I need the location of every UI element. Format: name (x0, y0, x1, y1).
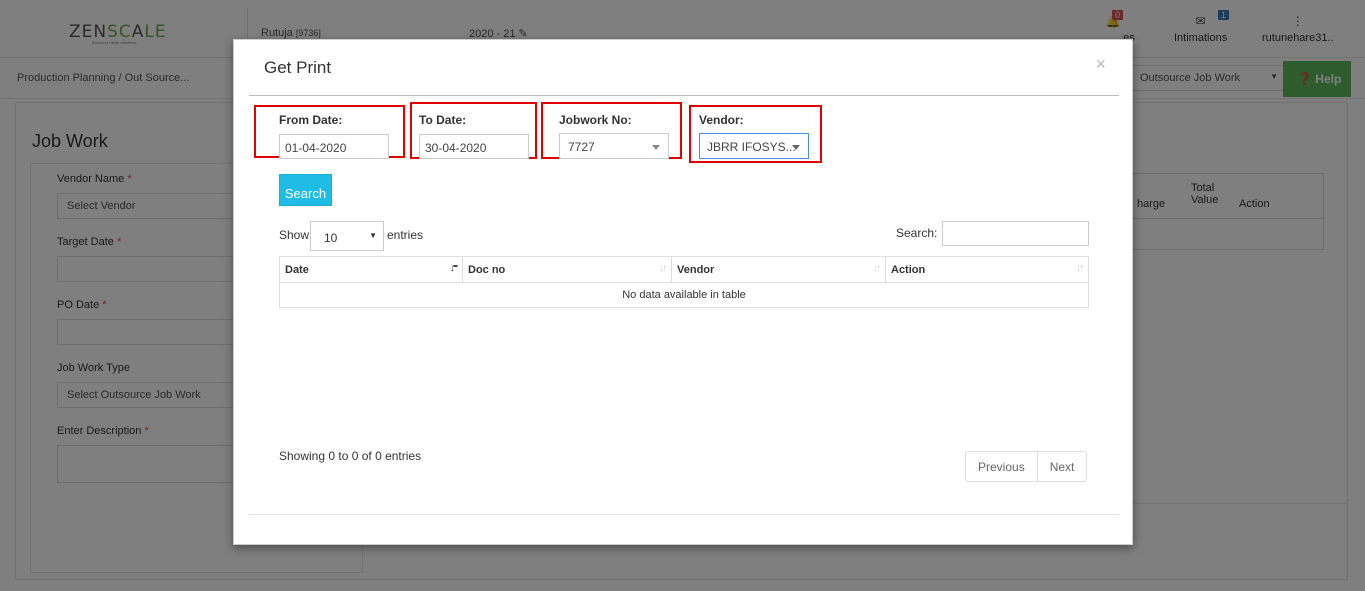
sort-icon: ↓↑ (1076, 263, 1084, 274)
show-label: Show (279, 228, 310, 242)
modal-title: Get Print (264, 58, 332, 77)
get-print-modal: Get Print × From Date: 01-04-2020 To Dat… (233, 39, 1133, 545)
to-date-label: To Date: (419, 113, 467, 127)
previous-button[interactable]: Previous (966, 452, 1037, 481)
column-date[interactable]: Date ↓⁼ (280, 257, 463, 283)
vendor-select[interactable]: JBRR IFOSYS... (699, 133, 809, 159)
sort-icon: ↓↑ (659, 263, 667, 274)
jobwork-label: Jobwork No: (559, 113, 632, 127)
print-table: Date ↓⁼ Doc no ↓↑ Vendor ↓↑ Action ↓↑ No dat… (279, 256, 1089, 308)
from-date-label: From Date: (279, 113, 343, 127)
table-info: Showing 0 to 0 of 0 entries (279, 449, 422, 463)
table-empty-row: No data available in table (622, 289, 746, 301)
from-date-input[interactable]: 01-04-2020 (279, 134, 389, 159)
caret-down-icon (652, 145, 660, 150)
close-icon[interactable]: × (1095, 54, 1106, 75)
sort-desc-icon: ↓⁼ (449, 263, 458, 274)
search-label: Search: (896, 226, 938, 240)
modal-footer (249, 514, 1119, 515)
next-button[interactable]: Next (1036, 452, 1087, 481)
divider (249, 95, 1119, 96)
caret-down-icon (792, 145, 800, 150)
sort-icon: ↓↑ (873, 263, 881, 274)
table-header: Date ↓⁼ Doc no ↓↑ Vendor ↓↑ Action ↓↑ (280, 257, 1088, 283)
jobwork-select[interactable]: 7727 (559, 133, 669, 159)
entries-label: entries (387, 228, 424, 242)
chevron-down-icon: ▼ (369, 231, 377, 240)
to-date-input[interactable]: 30-04-2020 (419, 134, 529, 159)
column-vendor[interactable]: Vendor ↓↑ (672, 257, 886, 283)
column-doc-no[interactable]: Doc no ↓↑ (463, 257, 672, 283)
table-search-input[interactable] (942, 221, 1089, 246)
pagination: Previous Next (965, 451, 1088, 482)
search-button[interactable]: Search (279, 174, 332, 206)
vendor-label: Vendor: (699, 113, 744, 127)
column-action[interactable]: Action ↓↑ (886, 257, 1088, 283)
entries-select[interactable]: 10 ▼ (310, 221, 384, 251)
